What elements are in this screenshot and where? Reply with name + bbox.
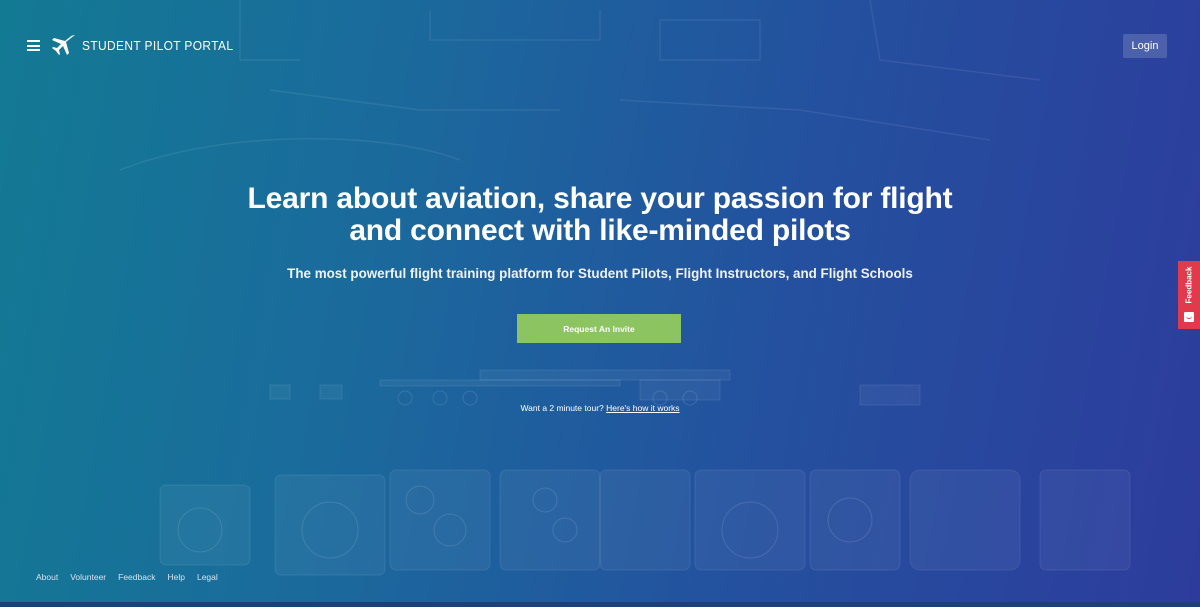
footer-link-volunteer[interactable]: Volunteer [70,572,106,582]
feedback-tab[interactable]: Feedback [1178,261,1200,329]
tour-text: Want a 2 minute tour? [520,403,604,413]
login-button[interactable]: Login [1123,34,1167,58]
hero-subheadline: The most powerful flight training platfo… [287,266,913,281]
cockpit-background-image [119,0,1131,576]
footer-link-help[interactable]: Help [167,572,184,582]
tour-link[interactable]: Here's how it works [606,403,679,413]
footer-link-legal[interactable]: Legal [197,572,218,582]
site-logo[interactable]: STUDENT PILOT PORTAL [50,33,247,57]
hero-section: Learn about aviation, share your passion… [0,183,1200,282]
tour-prompt: Want a 2 minute tour? Here's how it work… [0,403,1200,413]
hero-headline: Learn about aviation, share your passion… [0,183,1200,247]
footer-links: About Volunteer Feedback Help Legal [36,572,218,582]
hero-headline-line1: Learn about aviation, share your passion… [247,182,953,215]
footer-link-about[interactable]: About [36,572,58,582]
bottom-strip [0,602,1200,607]
feedback-tab-label: Feedback [1184,266,1194,304]
smile-icon [1184,312,1194,322]
airplane-icon [52,35,75,55]
hamburger-menu-icon[interactable] [27,40,40,51]
brand-name: STUDENT PILOT PORTAL [82,37,234,53]
request-invite-button[interactable]: Request An Invite [517,314,681,343]
top-navigation-bar: STUDENT PILOT PORTAL Login [0,0,1200,90]
hero-headline-line2: and connect with like-minded pilots [349,214,851,247]
footer-link-feedback[interactable]: Feedback [118,572,155,582]
